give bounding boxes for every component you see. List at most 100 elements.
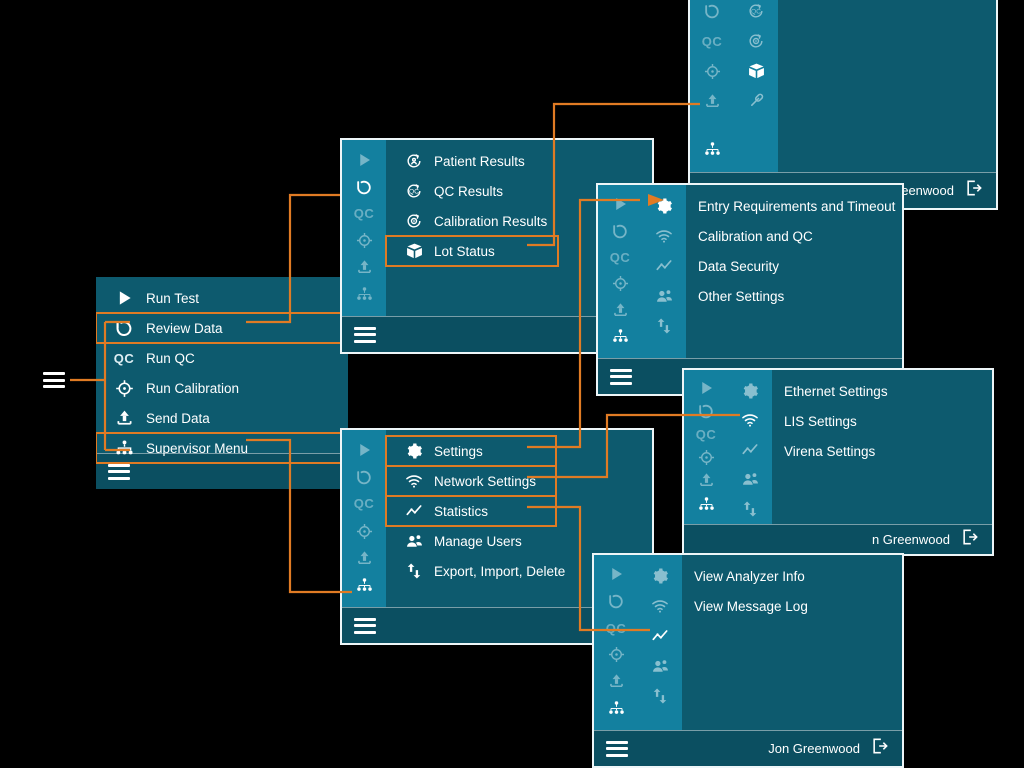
manage-users-icon[interactable] [638, 651, 682, 681]
review-data-icon[interactable] [690, 0, 734, 26]
statistics-icon[interactable] [638, 621, 682, 651]
menu-item-manage-users[interactable]: Manage Users [386, 526, 652, 556]
menu-item-label: Manage Users [434, 533, 522, 549]
menu-item-network-settings[interactable]: Network Settings [385, 465, 557, 497]
qc-results-icon[interactable]: QC [734, 0, 778, 26]
statistics-icon[interactable] [728, 435, 772, 465]
supervisor-menu-icon[interactable] [594, 695, 638, 722]
hamburger-icon[interactable] [354, 326, 376, 343]
supervisor-menu-icon[interactable] [342, 281, 386, 308]
supervisor-menu-icon[interactable] [684, 493, 728, 516]
menu-item-virena-settings[interactable]: Virena Settings [772, 436, 992, 466]
run-test-icon[interactable] [594, 561, 638, 588]
logout-icon[interactable] [870, 736, 890, 761]
network-settings-icon[interactable] [638, 591, 682, 621]
hamburger-icon[interactable] [108, 463, 130, 480]
menu-item-label: Entry Requirements and Timeout [698, 198, 896, 214]
orgchart-icon [104, 438, 144, 459]
menu-item-lis-settings[interactable]: LIS Settings [772, 406, 992, 436]
send-data-icon[interactable] [342, 254, 386, 281]
menu-item-settings[interactable]: Settings [385, 435, 557, 467]
review-data-icon[interactable] [684, 399, 728, 422]
menu-item-run-qc[interactable]: QC Run QC [96, 343, 348, 373]
panel-body: QC Entry Requirements and Timeout Calibr… [598, 185, 902, 358]
menu-item-data-security[interactable]: Data Security [686, 251, 902, 281]
run-qc-icon[interactable]: QC [598, 244, 642, 271]
menu-item-entry-requirements-and-timeout[interactable]: Entry Requirements and Timeout [686, 191, 902, 221]
calibration-results-icon[interactable] [734, 26, 778, 56]
hamburger-icon[interactable] [610, 368, 632, 385]
review-data-icon[interactable] [594, 588, 638, 615]
menu-item-ethernet-settings[interactable]: Ethernet Settings [772, 376, 992, 406]
run-calibration-icon[interactable] [598, 271, 642, 298]
export-import-delete-icon[interactable] [728, 494, 772, 524]
supervisor-menu-icon[interactable] [342, 572, 386, 599]
menu-item-label: Statistics [434, 503, 489, 519]
review-data-icon[interactable] [342, 173, 386, 200]
statistics-icon [394, 501, 434, 521]
menu-item-supervisor-menu[interactable]: Supervisor Menu [96, 432, 348, 464]
send-data-icon[interactable] [342, 545, 386, 572]
menu-item-review-data[interactable]: Review Data [96, 312, 348, 344]
menu-item-label: LIS Settings [784, 413, 857, 429]
network-settings-icon[interactable] [642, 221, 686, 251]
run-calibration-icon[interactable] [690, 56, 734, 86]
run-test-icon[interactable] [342, 146, 386, 173]
run-test-icon[interactable] [684, 376, 728, 399]
send-data-icon[interactable] [594, 668, 638, 695]
run-qc-icon[interactable]: QC [594, 615, 638, 642]
menu-item-view-analyzer-info[interactable]: View Analyzer Info [682, 561, 902, 591]
menu-item-other-settings[interactable]: Other Settings [686, 281, 902, 311]
run-test-icon[interactable] [342, 436, 386, 463]
bottom-bar: Jon Greenwood [594, 730, 902, 766]
hamburger-icon[interactable] [606, 740, 628, 757]
menu-item-label: Ethernet Settings [784, 383, 888, 399]
settings-icon[interactable] [728, 376, 772, 406]
supervisor-menu-icon[interactable] [690, 134, 734, 164]
export-import-delete-icon[interactable] [642, 311, 686, 341]
send-data-icon[interactable] [690, 86, 734, 116]
menu-item-send-data[interactable]: Send Data [96, 403, 348, 433]
menu-item-lot-status[interactable]: Lot Status [385, 235, 559, 267]
reagent-icon[interactable] [734, 86, 778, 116]
export-import-delete-icon[interactable] [638, 681, 682, 711]
menu-item-label: Virena Settings [784, 443, 876, 459]
network-settings-icon[interactable] [728, 406, 772, 436]
run-qc-icon[interactable]: QC [690, 26, 734, 56]
run-qc-icon[interactable]: QC [342, 490, 386, 517]
menu-item-calibration-and-qc[interactable]: Calibration and QC [686, 221, 902, 251]
statistics-icon[interactable] [642, 251, 686, 281]
secondary-rail [642, 185, 686, 358]
logout-icon[interactable] [964, 178, 984, 203]
panel-body: QC View Analyzer Info View Message Log [594, 555, 902, 730]
hamburger-icon[interactable] [354, 617, 376, 634]
run-qc-icon[interactable]: QC [342, 200, 386, 227]
root-hamburger-button[interactable] [38, 367, 70, 393]
primary-rail: QC [684, 370, 728, 524]
menu-item-view-message-log[interactable]: View Message Log [682, 591, 902, 621]
settings-icon[interactable] [642, 191, 686, 221]
manage-users-icon[interactable] [728, 465, 772, 495]
settings-icon[interactable] [638, 561, 682, 591]
run-test-icon[interactable] [598, 191, 642, 218]
send-data-icon[interactable] [598, 297, 642, 324]
menu-item-run-test[interactable]: Run Test [96, 283, 348, 313]
run-qc-icon[interactable]: QC [684, 423, 728, 446]
secondary-rail: QC [734, 0, 778, 172]
menu-item-statistics[interactable]: Statistics [385, 495, 557, 527]
undo-icon [104, 317, 144, 339]
run-calibration-icon[interactable] [684, 446, 728, 469]
menu-item-patient-results[interactable]: Patient Results [386, 146, 652, 176]
logout-icon[interactable] [960, 527, 980, 552]
menu-item-run-calibration[interactable]: Run Calibration [96, 373, 348, 403]
run-calibration-icon[interactable] [594, 641, 638, 668]
manage-users-icon[interactable] [642, 281, 686, 311]
send-data-icon[interactable] [684, 469, 728, 492]
run-calibration-icon[interactable] [342, 227, 386, 254]
review-data-icon[interactable] [342, 463, 386, 490]
supervisor-menu-icon[interactable] [598, 324, 642, 351]
review-data-icon[interactable] [598, 218, 642, 245]
run-calibration-icon[interactable] [342, 518, 386, 545]
lot-status-icon[interactable] [734, 56, 778, 86]
target-icon [104, 378, 144, 399]
